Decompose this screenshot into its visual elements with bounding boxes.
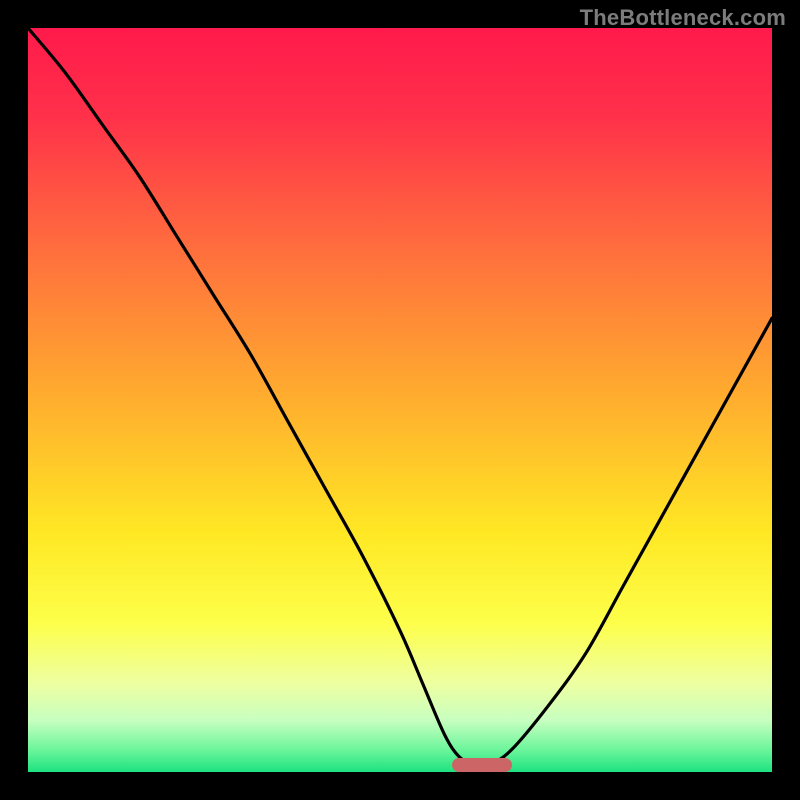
optimum-marker [452, 758, 512, 772]
plot-area [28, 28, 772, 772]
bottleneck-curve [28, 28, 772, 772]
chart-frame: TheBottleneck.com [0, 0, 800, 800]
watermark-text: TheBottleneck.com [580, 5, 786, 31]
